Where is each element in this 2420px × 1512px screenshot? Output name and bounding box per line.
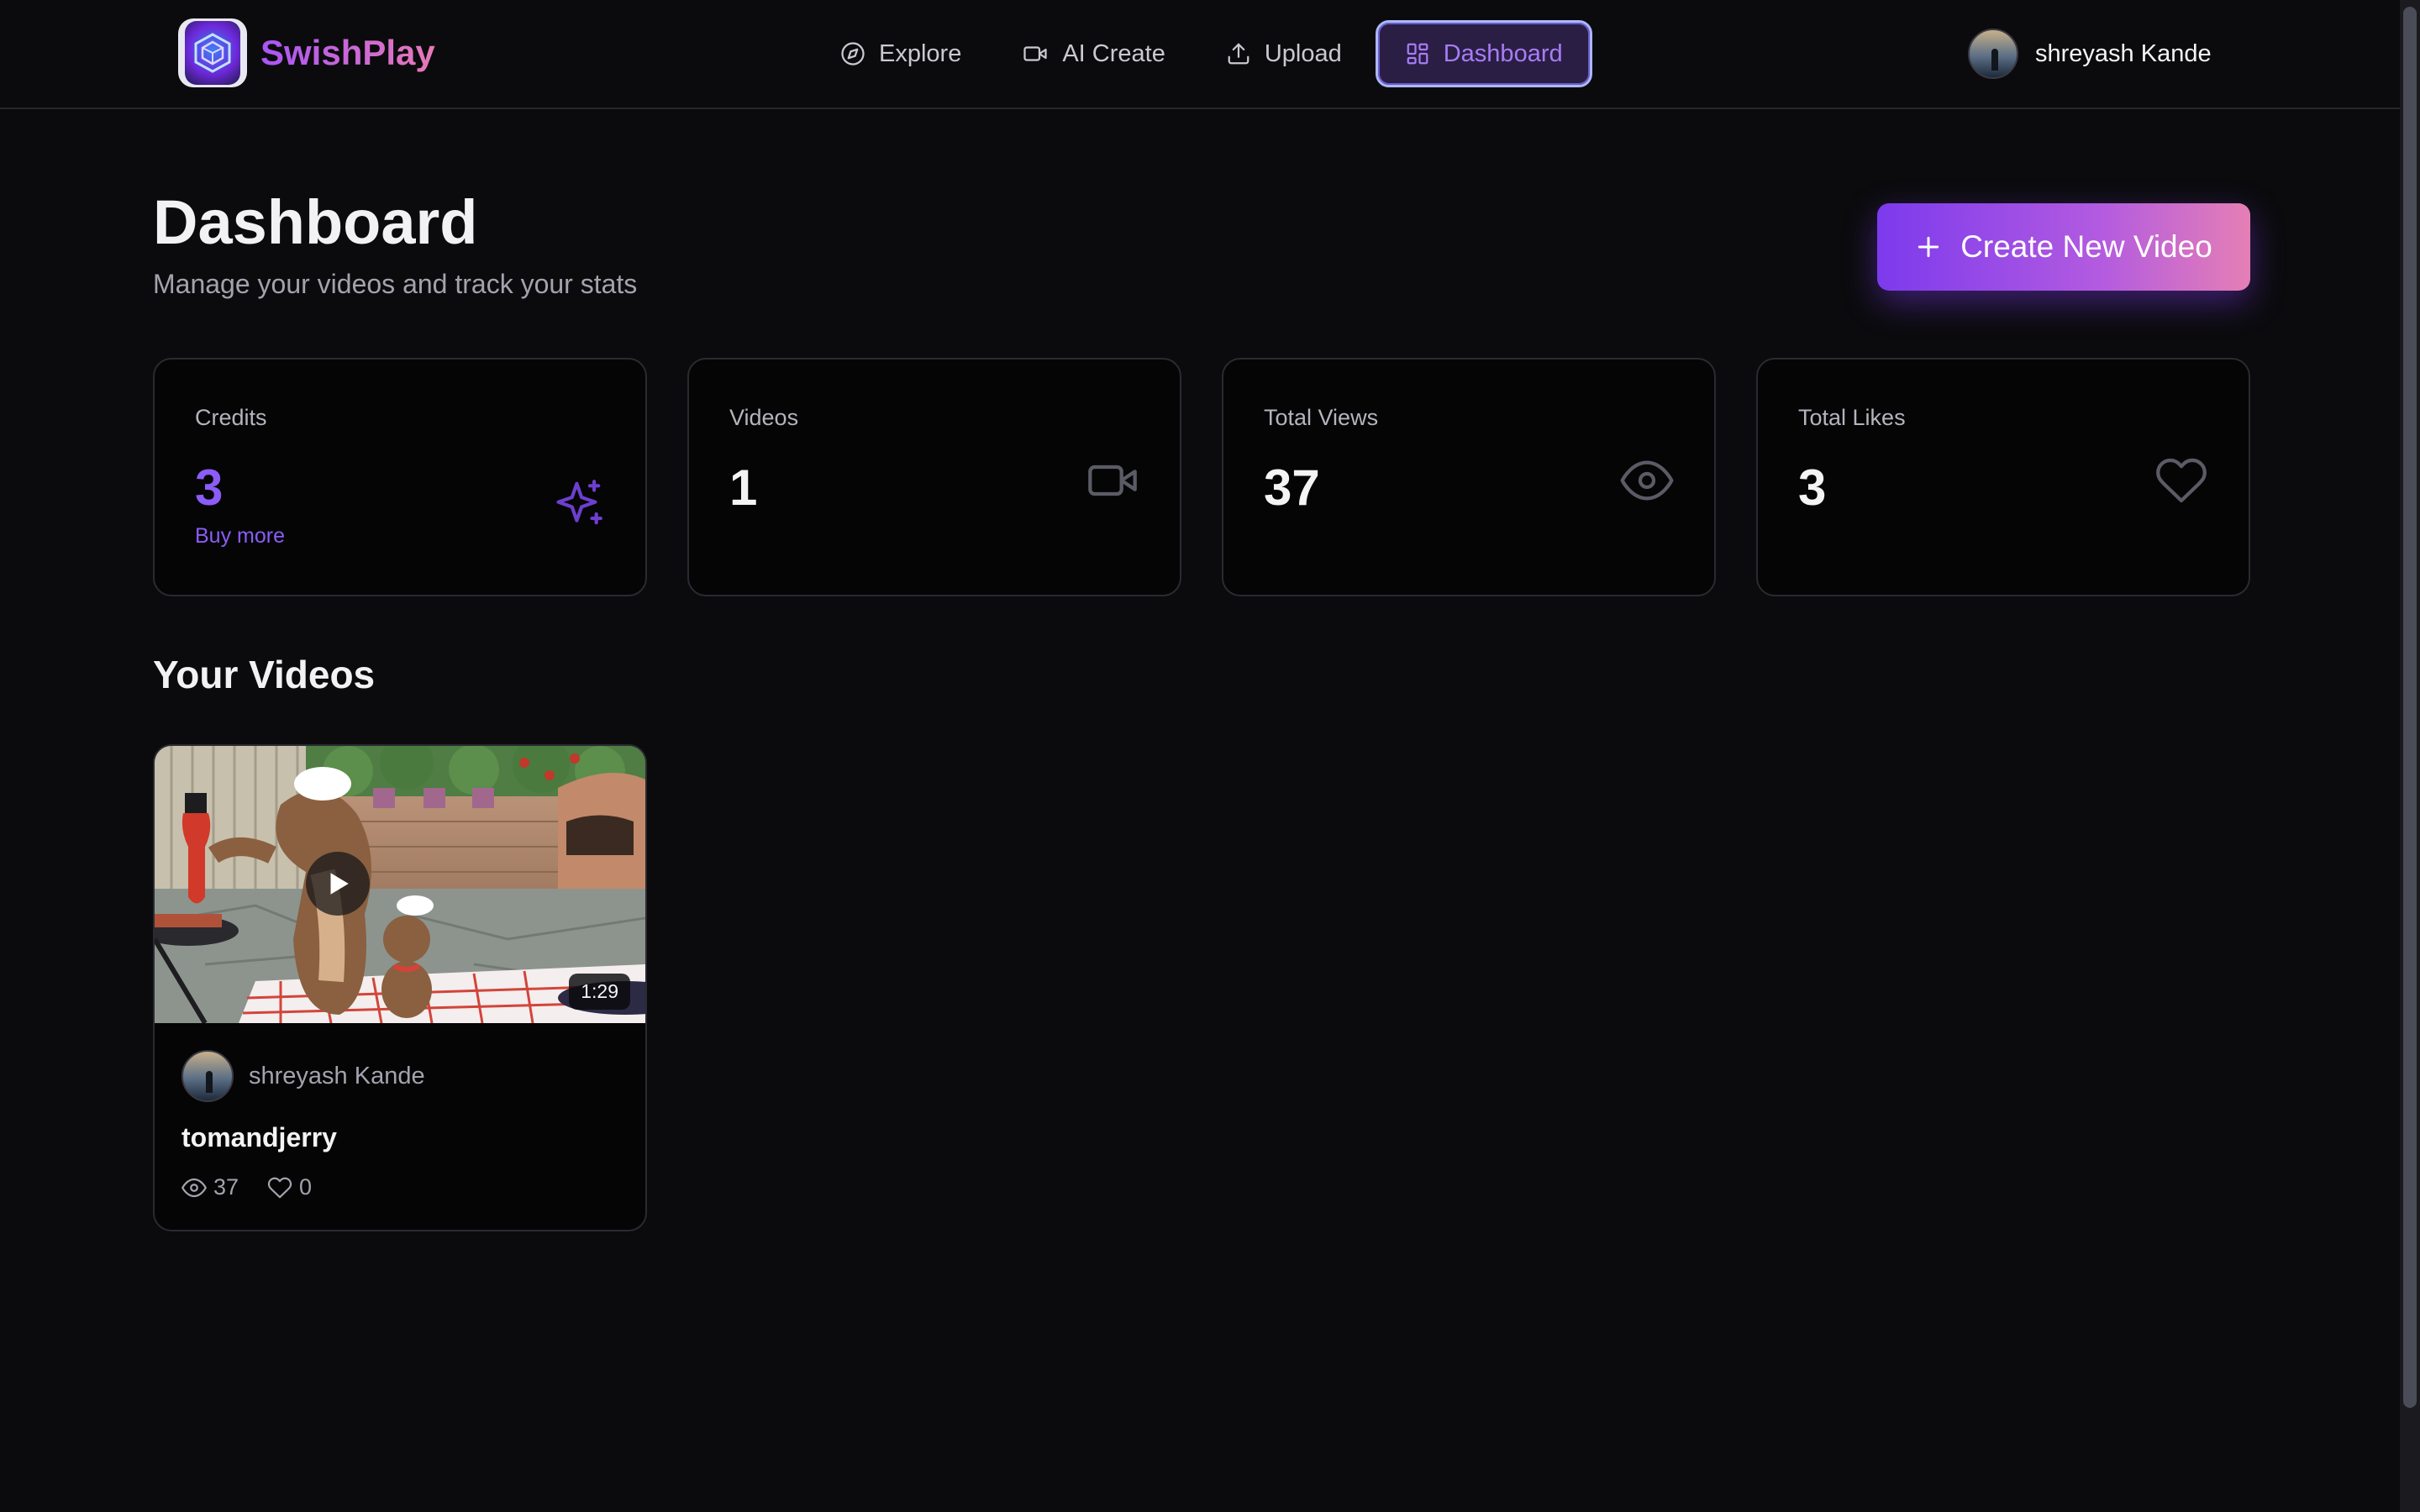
heart-icon — [2156, 458, 2207, 503]
heart-icon — [267, 1177, 292, 1198]
nav-ai-create[interactable]: AI Create — [995, 20, 1192, 87]
stat-value: 1 — [729, 459, 758, 516]
plus-icon — [1918, 236, 1939, 258]
user-name: shreyash Kande — [2035, 39, 2212, 67]
video-likes-count: 0 — [299, 1174, 313, 1200]
eye-icon — [1620, 460, 1674, 501]
top-navigation: SwishPlay Explore AI Create Upload Dashb… — [0, 0, 2400, 109]
video-duration: 1:29 — [569, 974, 630, 1010]
video-thumbnail[interactable]: 1:29 — [155, 746, 645, 1023]
stat-label: Videos — [729, 405, 799, 430]
stat-value: 3 — [1798, 459, 1827, 516]
stat-label: Total Likes — [1798, 405, 1906, 430]
page-subtitle: Manage your videos and track your stats — [153, 269, 638, 299]
video-views: 37 — [182, 1174, 239, 1200]
stat-value: 3 — [195, 459, 224, 516]
nav-upload[interactable]: Upload — [1199, 20, 1369, 87]
stat-label: Total Views — [1264, 405, 1379, 430]
stat-card-videos: Videos 1 — [687, 358, 1181, 596]
compass-icon — [841, 42, 865, 66]
video-views-count: 37 — [213, 1174, 239, 1200]
video-author: shreyash Kande — [249, 1062, 425, 1089]
stat-card-total-likes: Total Likes 3 — [1756, 358, 2250, 596]
nav-ai-create-label: AI Create — [1062, 39, 1165, 67]
stat-value: 37 — [1264, 459, 1320, 516]
page-title: Dashboard — [153, 187, 478, 257]
nav-dashboard[interactable]: Dashboard — [1375, 20, 1592, 87]
stat-card-total-views: Total Views 37 — [1222, 358, 1716, 596]
eye-icon — [182, 1178, 207, 1197]
upload-icon — [1228, 43, 1249, 65]
brand[interactable]: SwishPlay — [178, 18, 435, 87]
nav-upload-label: Upload — [1264, 39, 1342, 67]
avatar — [1968, 29, 2018, 79]
buy-more-link[interactable]: Buy more — [195, 524, 285, 549]
stat-card-credits: Credits 3 Buy more — [153, 358, 647, 596]
user-menu[interactable]: shreyash Kande — [1968, 29, 2212, 79]
sparkles-icon — [556, 480, 602, 525]
video-camera-icon — [1023, 46, 1047, 61]
nav-explore[interactable]: Explore — [813, 20, 988, 87]
cube-logo-icon — [178, 18, 247, 87]
video-stats: 37 0 — [182, 1174, 340, 1200]
video-camera-icon — [1088, 465, 1137, 496]
brand-name: SwishPlay — [260, 33, 435, 72]
video-title[interactable]: tomandjerry — [182, 1122, 337, 1153]
play-icon — [330, 873, 349, 895]
nav-explore-label: Explore — [879, 39, 962, 67]
scrollbar[interactable] — [2400, 0, 2420, 1512]
create-new-video-label: Create New Video — [1960, 229, 2212, 264]
dashboard-grid-icon — [1407, 43, 1428, 65]
video-author-row[interactable]: shreyash Kande — [182, 1050, 425, 1102]
video-card[interactable]: 1:29 shreyash Kande tomandjerry 37 0 — [153, 744, 647, 1231]
video-likes: 0 — [267, 1174, 312, 1200]
play-button[interactable] — [306, 852, 370, 916]
create-new-video-button[interactable]: Create New Video — [1877, 203, 2250, 291]
section-title: Your Videos — [153, 653, 376, 696]
scrollbar-thumb[interactable] — [2403, 7, 2417, 1408]
dashboard-page: SwishPlay Explore AI Create Upload Dashb… — [0, 0, 2420, 1512]
avatar — [182, 1050, 234, 1102]
nav-dashboard-label: Dashboard — [1443, 39, 1563, 67]
main-nav: Explore AI Create Upload Dashboard — [813, 20, 1599, 87]
stat-label: Credits — [195, 405, 267, 430]
